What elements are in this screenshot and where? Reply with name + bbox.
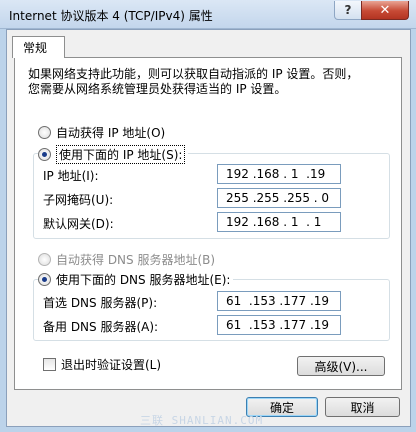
cancel-button-label: 取消 xyxy=(350,400,375,415)
radio-manual-dns-label: 使用下面的 DNS 服务器地址(E): xyxy=(56,273,231,287)
radio-manual-ip-indicator xyxy=(38,148,51,161)
preferred-dns-label: 首选 DNS 服务器(P): xyxy=(43,296,158,310)
close-icon: ✕ xyxy=(379,2,391,18)
window-title: Internet 协议版本 4 (TCP/IPv4) 属性 xyxy=(9,9,213,23)
radio-auto-ip[interactable]: 自动获得 IP 地址(O) xyxy=(38,124,165,141)
description-text: 如果网络支持此功能，则可以获取自动指派的 IP 设置。否则， 您需要从网络系统管… xyxy=(28,67,383,97)
tab-general[interactable]: 常规 xyxy=(12,36,65,58)
default-gateway-input[interactable]: 192 .168 . 1 . 1 xyxy=(217,212,341,232)
radio-manual-ip[interactable]: 使用下面的 IP 地址(S): xyxy=(38,145,189,164)
ip-address-input[interactable]: 192 .168 . 1 .19 xyxy=(217,164,341,184)
subnet-mask-input[interactable]: 255 .255 .255 . 0 xyxy=(217,188,341,208)
subnet-mask-label: 子网掩码(U): xyxy=(43,193,114,207)
radio-auto-dns[interactable]: 自动获得 DNS 服务器地址(B) xyxy=(38,251,215,268)
tab-general-label: 常规 xyxy=(23,41,48,55)
cancel-button[interactable]: 取消 xyxy=(325,397,400,417)
advanced-button-label: 高级(V)... xyxy=(314,359,368,374)
radio-auto-dns-label: 自动获得 DNS 服务器地址(B) xyxy=(56,253,216,267)
radio-manual-dns-indicator xyxy=(38,273,51,286)
help-icon: ? xyxy=(344,3,352,17)
description-line-1: 如果网络支持此功能，则可以获取自动指派的 IP 设置。否则， xyxy=(28,67,359,81)
radio-auto-ip-label: 自动获得 IP 地址(O) xyxy=(56,126,166,140)
preferred-dns-input[interactable]: 61 .153 .177 .19 xyxy=(217,291,341,311)
title-bar: Internet 协议版本 4 (TCP/IPv4) 属性 ? ✕ xyxy=(0,0,416,29)
validate-on-exit-checkbox[interactable]: 退出时验证设置(L) xyxy=(43,356,161,373)
description-line-2: 您需要从网络系统管理员处获得适当的 IP 设置。 xyxy=(28,82,287,96)
validate-on-exit-box xyxy=(43,358,56,371)
alternate-dns-label: 备用 DNS 服务器(A): xyxy=(43,320,159,334)
watermark: 三联 SHANLIAN.COM xyxy=(140,414,264,427)
radio-manual-dns[interactable]: 使用下面的 DNS 服务器地址(E): xyxy=(38,271,234,288)
validate-on-exit-label: 退出时验证设置(L) xyxy=(61,358,162,372)
close-button[interactable]: ✕ xyxy=(361,1,409,20)
default-gateway-label: 默认网关(D): xyxy=(43,217,114,231)
ip-address-label: IP 地址(I): xyxy=(43,169,99,183)
help-button[interactable]: ? xyxy=(334,1,362,20)
radio-auto-dns-indicator xyxy=(38,253,51,266)
alternate-dns-input[interactable]: 61 .153 .177 .19 xyxy=(217,315,341,335)
radio-auto-ip-indicator xyxy=(38,126,51,139)
radio-manual-ip-label: 使用下面的 IP 地址(S): xyxy=(56,145,186,164)
ok-button-label: 确定 xyxy=(269,400,294,415)
advanced-button[interactable]: 高级(V)... xyxy=(297,356,385,376)
